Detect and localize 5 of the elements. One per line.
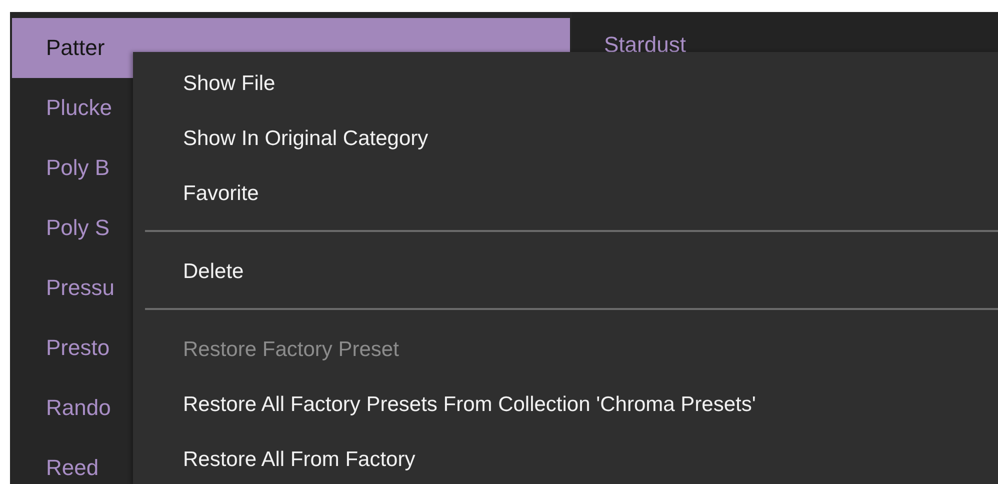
menu-item[interactable]: Show In Original Category	[133, 111, 998, 166]
menu-item[interactable]: Delete	[133, 244, 998, 299]
menu-item[interactable]: Restore All Factory Presets From Collection 'Chroma Presets'	[133, 377, 998, 432]
menu-item[interactable]: Favorite	[133, 166, 998, 221]
menu-item[interactable]: Restore All From Factory	[133, 432, 998, 484]
